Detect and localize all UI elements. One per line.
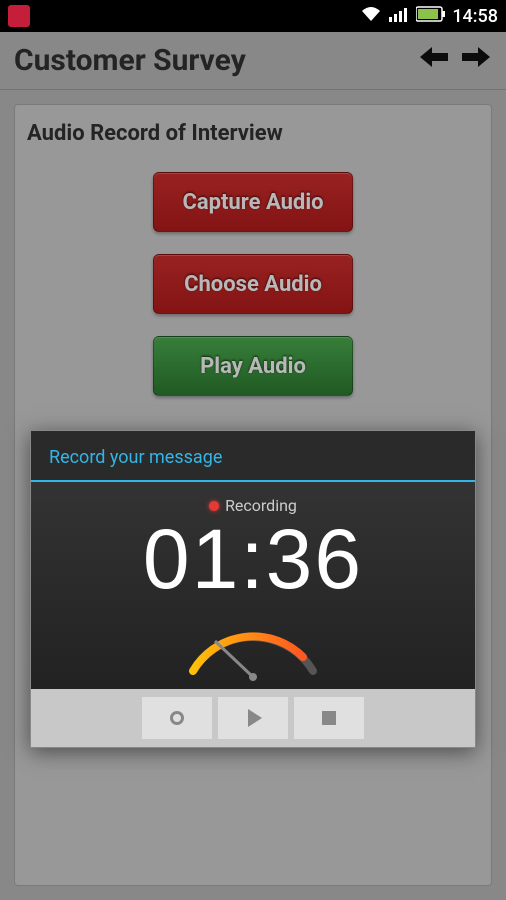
stop-button[interactable] (294, 697, 364, 739)
status-time: 14:58 (452, 6, 498, 27)
signal-icon (388, 5, 410, 27)
record-button[interactable] (142, 697, 212, 739)
status-bar: 14:58 (0, 0, 506, 32)
vu-meter (31, 601, 475, 681)
timer-display: 01:36 (143, 517, 363, 601)
battery-icon (416, 6, 446, 26)
dialog-title: Record your message (31, 431, 475, 480)
dialog-body: Recording 01:36 (31, 482, 475, 689)
stop-icon (322, 711, 336, 725)
recorder-dialog: Record your message Recording 01:36 (30, 430, 476, 748)
play-icon (248, 709, 262, 727)
app-icon (8, 5, 30, 27)
record-icon (170, 711, 184, 725)
play-button[interactable] (218, 697, 288, 739)
recorder-controls (31, 689, 475, 747)
record-indicator-icon (209, 501, 219, 511)
wifi-icon (360, 5, 382, 27)
